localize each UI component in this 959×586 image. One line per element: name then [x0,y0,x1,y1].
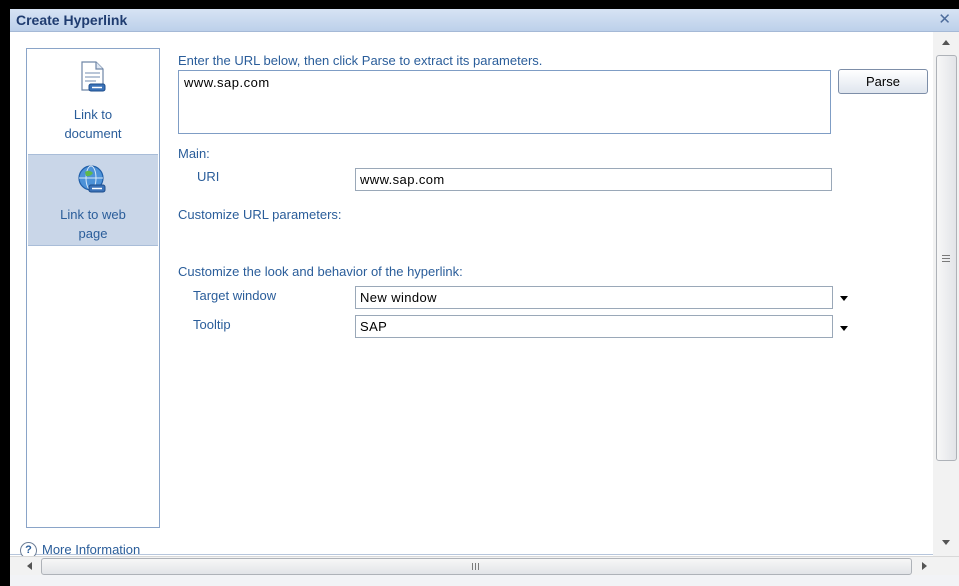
document-link-icon [81,61,106,92]
tooltip-label: Tooltip [193,317,231,332]
close-icon[interactable]: ✕ [938,10,951,28]
url-textarea-value: www.sap.com [184,75,270,90]
create-hyperlink-dialog: Create Hyperlink ✕ Link to document Link… [10,9,959,586]
tooltip-value: SAP [360,319,388,334]
scroll-right-icon[interactable] [922,562,927,570]
uri-input[interactable]: www.sap.com [355,168,832,191]
scroll-grip-icon [942,255,950,262]
target-window-label: Target window [193,288,277,303]
customize-url-parameters-heading: Customize URL parameters: [178,207,342,222]
vertical-scrollbar[interactable] [933,32,959,557]
footer-divider [10,554,933,555]
tooltip-dropdown-arrow-icon[interactable] [840,326,848,331]
url-textarea[interactable]: www.sap.com [178,70,831,134]
nav-item-link-to-document[interactable]: Link to document [28,50,158,141]
nav-item-link-to-web-page[interactable]: Link to web page [28,154,158,246]
horizontal-scroll-thumb[interactable] [41,558,912,575]
vertical-scroll-thumb[interactable] [936,55,957,461]
more-information-link[interactable]: More Information [42,542,140,557]
title-bar: Create Hyperlink ✕ [10,9,959,32]
horizontal-scrollbar[interactable] [10,556,959,575]
scroll-grip-icon [472,563,479,570]
uri-label: URI [197,169,220,184]
dialog-title: Create Hyperlink [16,12,128,28]
web-link-icon [78,165,106,193]
scroll-up-icon[interactable] [942,40,950,45]
tooltip-select[interactable]: SAP [355,315,833,338]
nav-label-link-to-web-page: Link to web page [60,207,126,241]
scroll-down-icon[interactable] [942,540,950,545]
main-section-heading: Main: [178,146,210,161]
target-window-value: New window [360,290,437,305]
nav-label-link-to-document: Link to document [64,107,122,141]
target-window-dropdown-arrow-icon[interactable] [840,296,848,301]
url-instruction: Enter the URL below, then click Parse to… [178,53,543,68]
link-type-nav: Link to document Link to web page [26,48,160,528]
uri-input-value: www.sap.com [360,172,445,187]
parse-button[interactable]: Parse [838,69,928,94]
customize-look-heading: Customize the look and behavior of the h… [178,264,463,279]
scroll-left-icon[interactable] [27,562,32,570]
dialog-body: Link to document Link to web page Enter … [10,32,959,569]
target-window-select[interactable]: New window [355,286,833,309]
